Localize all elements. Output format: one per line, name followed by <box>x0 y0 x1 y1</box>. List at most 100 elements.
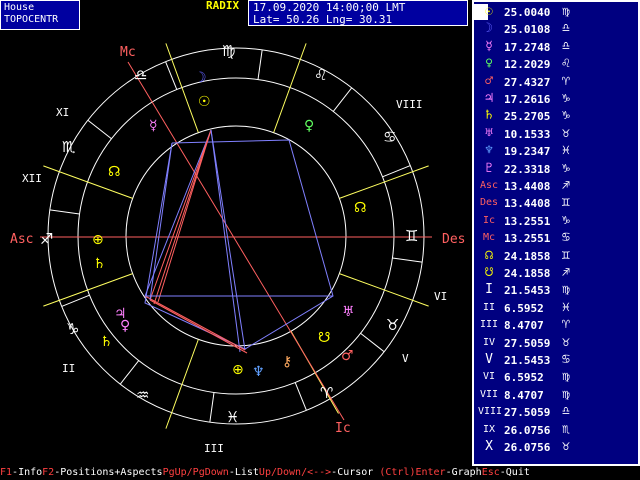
planet-row[interactable]: IV 27.5059 ♉ <box>474 335 638 351</box>
status-key[interactable]: F2 <box>42 467 54 478</box>
cancer-glyph-icon: ♋ <box>383 128 396 146</box>
planet-row[interactable]: VII 8.4707 ♍ <box>474 387 638 403</box>
planet-sign-icon: ♊ <box>562 247 570 263</box>
planet-glyph-icon: VII <box>479 388 499 400</box>
sign-divider <box>209 392 215 423</box>
gemini-glyph-icon: ♊ <box>405 227 418 245</box>
sign-divider <box>382 165 411 178</box>
moon-glyph-icon: ☽ <box>194 70 207 86</box>
node-glyph-icon: ☋ <box>318 330 330 346</box>
planet-glyph-icon: ♆ <box>485 143 493 159</box>
sign-divider <box>360 332 385 353</box>
taurus-glyph-icon: ♉ <box>386 316 399 334</box>
planet-row[interactable]: VIII 27.5059 ♎ <box>474 404 638 420</box>
planet-row[interactable]: ☊ 24.1858 ♊ <box>474 248 638 264</box>
planet-glyph-icon: V <box>485 352 493 367</box>
pluto-glyph-icon: ♀ <box>120 318 130 334</box>
status-key[interactable]: (Ctrl)Enter <box>379 467 445 478</box>
saturn-glyph-icon-2: ♄ <box>93 256 106 272</box>
sign-divider <box>332 87 353 112</box>
planet-row[interactable]: ♆ 19.2347 ♓ <box>474 143 638 159</box>
planet-degree: 12.2029 <box>504 58 551 72</box>
planet-sign-icon: ♍ <box>562 386 570 402</box>
planet-glyph-icon: ♄ <box>485 108 493 124</box>
planet-row[interactable]: ☋ 24.1858 ♐ <box>474 265 638 281</box>
planet-sign-icon: ♎ <box>562 21 570 37</box>
planet-degree: 24.1858 <box>504 249 551 263</box>
status-key[interactable]: Esc <box>482 467 500 478</box>
scorpio-glyph-icon: ♏ <box>62 138 76 156</box>
planet-row[interactable]: Ic 13.2551 ♑ <box>474 213 638 229</box>
house-numeral-VI: VI <box>434 290 447 303</box>
planet-row[interactable]: ♇ 22.3318 ♑ <box>474 161 638 177</box>
planet-degree: 8.4707 <box>504 319 544 333</box>
sagittarius-glyph-icon: ♐ <box>40 230 53 248</box>
planet-degree: 24.1858 <box>504 267 551 280</box>
south-node-glyph-icon: ☊ <box>108 164 120 180</box>
planet-sign-icon: ♎ <box>562 38 570 54</box>
sign-divider <box>294 382 307 411</box>
planet-positions-panel[interactable]: ☉ 25.0040 ♍ ☽ 25.0108 ♎ ☿ 17.2748 ♎ ♀ 12.2029 ♌ ♂ 27.… <box>472 0 640 466</box>
planet-glyph-icon: ♅ <box>485 125 493 141</box>
lilith-glyph-icon: ☊ <box>354 200 366 216</box>
planet-row[interactable]: ☉ 25.0040 ♍ <box>474 4 638 20</box>
planet-row[interactable]: ♀ 12.2029 ♌ <box>474 56 638 72</box>
planet-sign-icon: ♑ <box>562 91 570 106</box>
sign-divider <box>165 61 178 90</box>
planet-sign-icon: ♌ <box>562 56 570 72</box>
planet-glyph-icon: III <box>479 319 499 331</box>
natal-chart-wheel[interactable]: II III V VI VIII XI XII Mc Asc Des Ic ♍ … <box>0 0 472 466</box>
capricorn-glyph-icon: ♑ <box>66 320 79 338</box>
planet-glyph-icon: ☉ <box>485 4 493 19</box>
planet-row[interactable]: ♂ 27.4327 ♈ <box>474 74 638 90</box>
planet-row[interactable]: Des 13.4408 ♊ <box>474 195 638 211</box>
planet-row[interactable]: ♃ 17.2616 ♑ <box>474 91 638 107</box>
status-key[interactable]: PgUp/PgDown <box>163 467 229 478</box>
planet-row[interactable]: V 21.5453 ♋ <box>474 352 638 368</box>
planet-degree: 26.0756 <box>504 441 551 454</box>
planet-row[interactable]: IX 26.0756 ♏ <box>474 422 638 438</box>
sign-divider <box>119 360 140 385</box>
planet-row[interactable]: II 6.5952 ♓ <box>474 300 638 316</box>
planet-row[interactable]: ♅ 10.1533 ♉ <box>474 126 638 142</box>
planet-degree: 27.5059 <box>504 336 551 350</box>
ic-label: Ic <box>335 421 351 436</box>
planet-row[interactable]: ☿ 17.2748 ♎ <box>474 39 638 55</box>
planet-sign-icon: ♉ <box>562 334 570 350</box>
planet-degree: 6.5952 <box>504 301 544 315</box>
planet-row[interactable]: I 21.5453 ♍ <box>474 282 638 298</box>
planet-glyph-icon: ♃ <box>485 91 493 106</box>
house-numeral-III: III <box>204 442 224 455</box>
planet-sign-icon: ♋ <box>562 352 570 367</box>
planet-row[interactable]: X 26.0756 ♉ <box>474 439 638 455</box>
house-cusp <box>339 273 429 307</box>
planet-sign-icon: ♏ <box>562 421 570 437</box>
planet-row[interactable]: VI 6.5952 ♍ <box>474 369 638 385</box>
planet-sign-icon: ♍ <box>562 282 570 298</box>
planet-row[interactable]: Asc 13.4408 ♐ <box>474 178 638 194</box>
planet-degree: 13.4408 <box>504 180 551 193</box>
sign-divider <box>87 119 112 140</box>
house-cusp <box>339 165 429 199</box>
planet-row[interactable]: III 8.4707 ♈ <box>474 317 638 333</box>
mercury-glyph-icon: ☿ <box>149 118 158 134</box>
house-cusp <box>43 273 133 307</box>
planet-glyph-icon: IX <box>482 423 496 435</box>
status-key[interactable]: F1 <box>0 467 12 478</box>
planet-row[interactable]: Mc 13.2551 ♋ <box>474 230 638 246</box>
sign-divider <box>257 49 263 80</box>
planet-row[interactable]: ♄ 25.2705 ♑ <box>474 108 638 124</box>
status-key-desc: -Cursor <box>331 467 380 478</box>
planet-sign-icon: ♋ <box>562 230 570 246</box>
status-key[interactable]: Up/Down/<--> <box>259 467 331 478</box>
planet-degree: 25.2705 <box>504 110 551 124</box>
planet-glyph-icon: ♇ <box>485 160 493 176</box>
planet-sign-icon: ♊ <box>562 195 570 211</box>
planet-sign-icon: ♈ <box>562 317 570 333</box>
planet-row[interactable]: ☽ 25.0108 ♎ <box>474 21 638 37</box>
planet-glyph-icon: II <box>482 301 496 313</box>
planet-degree: 13.2551 <box>504 232 551 246</box>
planet-degree: 8.4707 <box>504 388 544 402</box>
planet-degree: 27.4327 <box>504 75 551 89</box>
virgo-glyph-icon: ♍ <box>222 42 235 60</box>
